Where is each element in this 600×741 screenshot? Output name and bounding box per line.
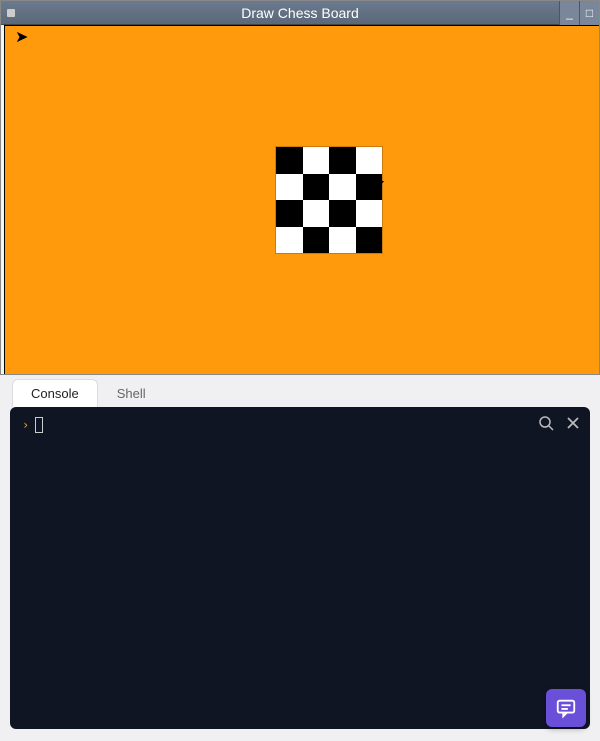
window-icon (7, 9, 15, 17)
board-square (303, 200, 330, 227)
lower-pane: Console Shell › (0, 375, 600, 741)
console-prompt: › (22, 417, 43, 433)
chess-board (275, 146, 383, 254)
tab-console[interactable]: Console (12, 379, 98, 407)
app-window: Draw Chess Board _ □ ➤ ▸ (0, 0, 600, 375)
console-toolbar (538, 415, 580, 431)
board-square (329, 147, 356, 174)
board-square (329, 174, 356, 201)
turtle-canvas[interactable]: ➤ ▸ (4, 25, 599, 374)
close-icon[interactable] (566, 416, 580, 430)
board-square (356, 227, 383, 254)
board-square (356, 200, 383, 227)
board-square (276, 227, 303, 254)
board-square (276, 200, 303, 227)
board-square (276, 174, 303, 201)
board-square (303, 174, 330, 201)
console-cursor (35, 417, 43, 433)
mouse-cursor-icon: ➤ (15, 30, 28, 46)
minimize-button[interactable]: _ (559, 1, 579, 25)
board-square (329, 200, 356, 227)
board-square (303, 147, 330, 174)
tab-label: Shell (117, 386, 146, 401)
chat-button[interactable] (546, 689, 586, 727)
board-square (276, 147, 303, 174)
titlebar[interactable]: Draw Chess Board _ □ (1, 1, 599, 25)
window-title: Draw Chess Board (241, 5, 359, 21)
chat-icon (555, 697, 577, 719)
console-panel[interactable]: › (10, 407, 590, 729)
board-square (356, 147, 383, 174)
maximize-button[interactable]: □ (579, 1, 599, 25)
board-square (303, 227, 330, 254)
tab-bar: Console Shell (0, 375, 600, 407)
board-square (329, 227, 356, 254)
search-icon[interactable] (538, 415, 554, 431)
tab-label: Console (31, 386, 79, 401)
prompt-icon: › (22, 418, 29, 432)
tab-shell[interactable]: Shell (98, 379, 165, 407)
titlebar-buttons: _ □ (559, 1, 599, 24)
